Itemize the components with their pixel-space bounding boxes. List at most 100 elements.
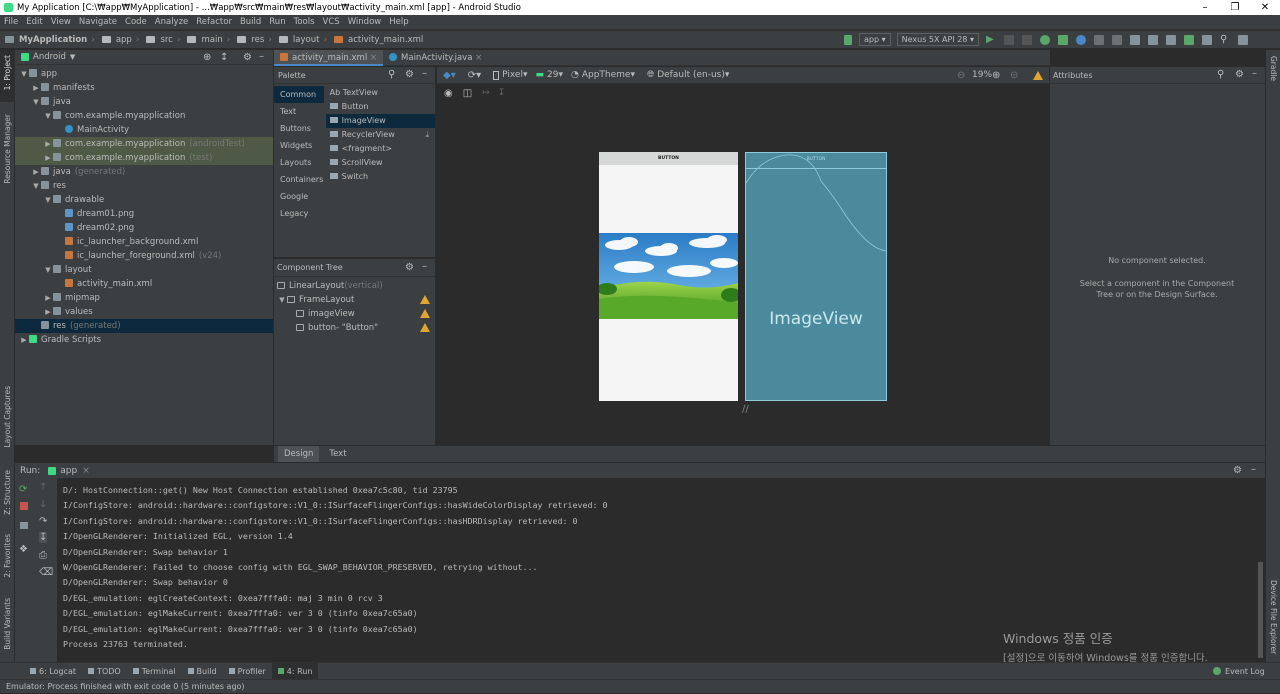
run-config-select[interactable]: app ▾ <box>859 33 891 46</box>
collapse-arrow-icon[interactable]: ▼ <box>31 95 41 109</box>
sync-project-icon[interactable] <box>1129 34 1140 45</box>
collapse-arrow-icon[interactable]: ▼ <box>31 179 41 193</box>
gear-icon[interactable]: ⚙ <box>243 52 252 63</box>
palette-category-buttons[interactable]: Buttons <box>274 120 324 137</box>
breadcrumb-item[interactable]: res <box>249 35 266 45</box>
tree-item[interactable]: ▼ drawable <box>15 193 273 207</box>
rerun-icon[interactable]: ⟳ <box>19 484 27 495</box>
download-icon[interactable]: ⤓ <box>425 128 429 142</box>
expand-arrow-icon[interactable]: ▶ <box>43 151 53 165</box>
tree-item[interactable]: activity_main.xml <box>15 277 273 291</box>
theme-select[interactable]: ◔ AppTheme ▾ <box>571 70 635 80</box>
tree-item[interactable]: ▶ com.example.myapplication (test) <box>15 151 273 165</box>
breadcrumb-item[interactable]: layout <box>291 35 322 45</box>
tree-item[interactable]: res (generated) <box>15 319 273 333</box>
preview-image[interactable] <box>599 233 738 319</box>
vertical-constraint-icon[interactable]: ↧ <box>498 88 506 98</box>
menu-navigate[interactable]: Navigate <box>75 15 121 30</box>
apply-changes-icon[interactable] <box>1003 34 1014 45</box>
tab-text[interactable]: Text <box>323 446 352 463</box>
pin-icon[interactable]: ❖ <box>19 544 28 555</box>
tool-tab-build[interactable]: Build <box>182 663 223 680</box>
collapse-arrow-icon[interactable]: ▼ <box>43 109 53 123</box>
expand-arrow-icon[interactable]: ▶ <box>31 165 41 179</box>
help-icon[interactable] <box>1237 34 1248 45</box>
component-tree-item[interactable]: ▼ FrameLayout <box>274 293 435 307</box>
tree-item[interactable]: ▼ layout <box>15 263 273 277</box>
stop-icon[interactable] <box>20 502 28 510</box>
breadcrumb-item[interactable]: activity_main.xml <box>346 35 425 45</box>
palette-item[interactable]: <fragment> <box>326 142 435 156</box>
tree-item[interactable]: dream02.png <box>15 221 273 235</box>
palette-category-containers[interactable]: Containers <box>274 171 324 188</box>
up-arrow-icon[interactable]: ↑ <box>39 482 47 493</box>
resource-manager-tab[interactable]: Resource Manager <box>3 114 12 184</box>
search-icon[interactable]: ⚲ <box>1217 69 1224 80</box>
menu-run[interactable]: Run <box>265 15 289 30</box>
locate-icon[interactable]: ⊕ <box>203 52 211 63</box>
expand-arrow-icon[interactable]: ▶ <box>43 137 53 151</box>
palette-item[interactable]: ScrollView <box>326 156 435 170</box>
collapse-arrow-icon[interactable]: ▼ <box>19 67 29 81</box>
search-icon[interactable]: ⚲ <box>388 69 395 80</box>
warning-icon[interactable] <box>420 309 430 318</box>
preview-button[interactable]: BUTTON <box>599 152 738 165</box>
hide-icon[interactable]: – <box>259 51 264 62</box>
menu-build[interactable]: Build <box>236 15 265 30</box>
layout-inspector-icon[interactable] <box>1201 34 1212 45</box>
menu-analyze[interactable]: Analyze <box>151 15 193 30</box>
print-icon[interactable]: ⎙ <box>39 550 47 561</box>
down-arrow-icon[interactable]: ↓ <box>39 499 47 510</box>
expand-arrow-icon[interactable]: ▶ <box>31 81 41 95</box>
tree-item[interactable]: ▼ app <box>15 67 273 81</box>
api-level-select[interactable]: ▬ 29 ▾ <box>535 70 563 80</box>
gear-icon[interactable]: ⚙ <box>405 262 414 273</box>
component-tree-item[interactable]: imageView <box>274 307 435 321</box>
component-tree-item[interactable]: LinearLayout(vertical) <box>274 279 435 293</box>
close-button[interactable]: ✕ <box>1250 0 1280 15</box>
debug-icon[interactable] <box>1039 34 1050 45</box>
breadcrumb-item[interactable]: main <box>199 35 224 45</box>
avd-manager-icon[interactable] <box>1165 34 1176 45</box>
breadcrumb-item[interactable]: src <box>158 35 174 45</box>
project-tool-tab[interactable]: 1: Project <box>3 55 12 90</box>
gradle-tab[interactable]: Gradle <box>1269 56 1278 81</box>
palette-category-widgets[interactable]: Widgets <box>274 137 324 154</box>
menu-file[interactable]: File <box>0 15 22 30</box>
attach-debugger-icon[interactable] <box>1075 34 1086 45</box>
warning-icon[interactable] <box>420 295 430 304</box>
profile-icon[interactable] <box>1057 34 1068 45</box>
design-canvas[interactable]: BUTTON BUTTON ImageView ∕∕ <box>437 102 1049 445</box>
tab-activity-main-xml[interactable]: activity_main.xml × <box>274 49 384 66</box>
menu-edit[interactable]: Edit <box>22 15 46 30</box>
structure-tab[interactable]: Z: Structure <box>3 470 12 515</box>
tree-item[interactable]: dream01.png <box>15 207 273 221</box>
menu-vcs[interactable]: VCS <box>319 15 344 30</box>
expand-arrow-icon[interactable]: ▶ <box>43 305 53 319</box>
tool-tab-4-run[interactable]: 4: Run <box>271 662 319 680</box>
zoom-out-icon[interactable]: ⊖ <box>957 70 965 81</box>
stop-icon[interactable] <box>1111 34 1122 45</box>
tool-tab-profiler[interactable]: Profiler <box>223 663 272 680</box>
collapse-arrow-icon[interactable]: ▼ <box>43 193 53 207</box>
soft-wrap-icon[interactable]: ↷ <box>39 516 47 527</box>
device-in-editor-select[interactable]: Pixel ▾ <box>493 70 527 80</box>
hide-icon[interactable]: – <box>1252 68 1257 79</box>
menu-help[interactable]: Help <box>385 15 412 30</box>
tool-tab-6-logcat[interactable]: 6: Logcat <box>24 663 82 680</box>
device-select[interactable]: Nexus 5X API 28 ▾ <box>896 33 979 46</box>
design-surface-icon[interactable]: ◆▾ <box>443 70 456 81</box>
tab-design[interactable]: Design <box>278 445 320 463</box>
hide-icon[interactable]: – <box>422 261 427 272</box>
columns-icon[interactable]: ◫ <box>463 88 472 99</box>
palette-category-common[interactable]: Common <box>274 86 324 103</box>
horizontal-constraint-icon[interactable]: ↦ <box>482 88 490 98</box>
layout-captures-tab[interactable]: Layout Captures <box>3 386 12 448</box>
event-log-tab[interactable]: Event Log <box>1225 663 1265 680</box>
eye-icon[interactable]: ◉ <box>444 88 453 99</box>
palette-category-layouts[interactable]: Layouts <box>274 154 324 171</box>
console-scrollbar[interactable] <box>1258 562 1263 658</box>
collapse-arrow-icon[interactable]: ▼ <box>277 293 287 307</box>
close-tab-icon[interactable]: × <box>370 53 377 63</box>
warning-icon[interactable] <box>420 323 430 332</box>
